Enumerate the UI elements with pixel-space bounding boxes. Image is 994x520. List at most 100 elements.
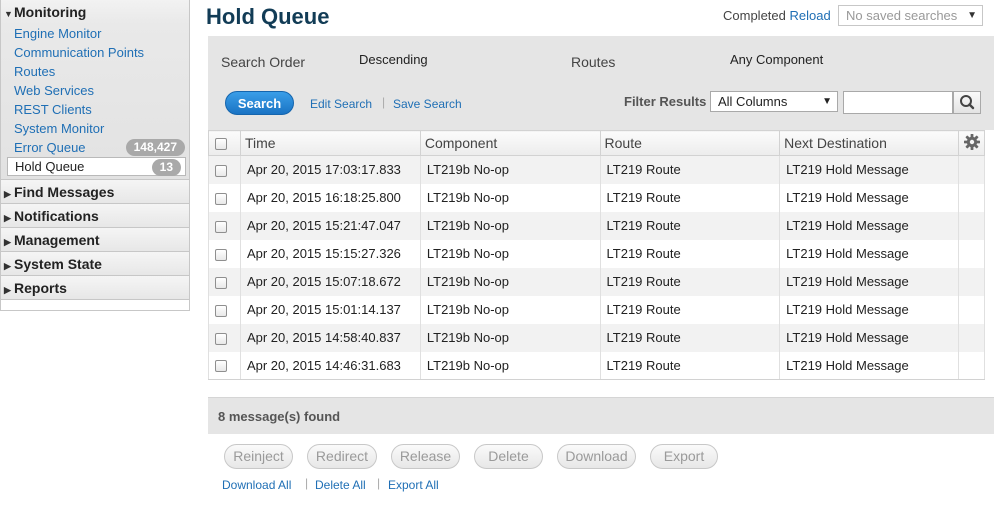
- component-cell: LT219b No-op: [419, 155, 601, 184]
- caret-down-icon: ▼: [967, 10, 977, 21]
- next-destination-cell: LT219 Hold Message: [779, 239, 959, 268]
- time-cell: Apr 20, 2015 16:18:25.800: [239, 183, 421, 212]
- table-row[interactable]: Apr 20, 2015 15:07:18.672 LT219b No-op L…: [208, 267, 986, 296]
- sidebar-item-routes[interactable]: Routes: [1, 62, 189, 81]
- sidebar-item-engine-monitor[interactable]: Engine Monitor: [1, 24, 189, 43]
- results-table: Time Component Route Next Destination Ap…: [208, 130, 986, 380]
- export-button[interactable]: Export: [650, 444, 718, 469]
- triangle-right-icon: ▶: [4, 261, 11, 271]
- sidebar-item-rest-clients[interactable]: REST Clients: [1, 100, 189, 119]
- component-cell: LT219b No-op: [419, 239, 601, 268]
- table-row[interactable]: Apr 20, 2015 15:15:27.326 LT219b No-op L…: [208, 239, 986, 268]
- status-text: Completed: [723, 8, 786, 23]
- route-cell: LT219 Route: [599, 155, 781, 184]
- search-order-label: Search Order: [221, 54, 306, 70]
- next-destination-cell: LT219 Hold Message: [779, 155, 959, 184]
- monitoring-menu: Engine Monitor Communication Points Rout…: [1, 24, 189, 180]
- delete-button[interactable]: Delete: [474, 444, 543, 469]
- next-destination-cell: LT219 Hold Message: [779, 183, 959, 212]
- search-button[interactable]: Search: [225, 91, 294, 115]
- table-row[interactable]: Apr 20, 2015 17:03:17.833 LT219b No-op L…: [208, 155, 986, 184]
- edit-search-link[interactable]: Edit Search: [310, 97, 372, 111]
- sidebar-item-system-monitor[interactable]: System Monitor: [1, 119, 189, 138]
- route-cell: LT219 Route: [599, 267, 781, 296]
- filter-results-label: Filter Results: [624, 94, 707, 109]
- link-divider: |: [377, 476, 381, 490]
- route-cell: LT219 Route: [599, 183, 781, 212]
- page-title: Hold Queue: [206, 4, 330, 29]
- sidebar-item-error-queue[interactable]: Error Queue 148,427: [1, 138, 189, 157]
- hold-queue-count-badge: 13: [151, 159, 181, 176]
- saved-searches-dropdown[interactable]: No saved searches ▼: [838, 5, 983, 26]
- link-divider: |: [382, 95, 386, 109]
- component-cell: LT219b No-op: [419, 267, 601, 296]
- triangle-right-icon: ▶: [4, 237, 11, 247]
- sidebar-item-communication-points[interactable]: Communication Points: [1, 43, 189, 62]
- row-checkbox[interactable]: [215, 304, 227, 317]
- sidebar-item-hold-queue[interactable]: Hold Queue 13: [7, 157, 186, 176]
- next-destination-cell: LT219 Hold Message: [779, 211, 959, 240]
- table-row[interactable]: Apr 20, 2015 15:01:14.137 LT219b No-op L…: [208, 295, 986, 324]
- row-checkbox[interactable]: [215, 276, 227, 289]
- download-all-link[interactable]: Download All: [222, 478, 291, 492]
- reinject-button[interactable]: Reinject: [224, 444, 293, 469]
- row-checkbox[interactable]: [215, 248, 227, 261]
- next-destination-cell: LT219 Hold Message: [779, 267, 959, 296]
- time-cell: Apr 20, 2015 15:15:27.326: [239, 239, 421, 268]
- error-queue-count-badge: 148,427: [125, 139, 185, 156]
- row-checkbox[interactable]: [215, 192, 227, 205]
- table-header-row: Time Component Route Next Destination: [208, 130, 986, 156]
- management-section-header[interactable]: ▶ Management: [1, 228, 189, 252]
- monitoring-section-header[interactable]: ▼Monitoring: [1, 0, 189, 24]
- select-all-cell: [208, 130, 241, 156]
- route-cell: LT219 Route: [599, 211, 781, 240]
- column-header-next-destination[interactable]: Next Destination: [779, 130, 959, 156]
- system-state-section-header[interactable]: ▶ System State: [1, 252, 189, 276]
- export-all-link[interactable]: Export All: [388, 478, 439, 492]
- component-cell: LT219b No-op: [419, 211, 601, 240]
- results-footer: 8 message(s) found: [208, 397, 994, 434]
- triangle-right-icon: ▶: [4, 213, 11, 223]
- triangle-right-icon: ▶: [4, 285, 11, 295]
- table-row[interactable]: Apr 20, 2015 15:21:47.047 LT219b No-op L…: [208, 211, 986, 240]
- table-row[interactable]: Apr 20, 2015 14:46:31.683 LT219b No-op L…: [208, 351, 986, 380]
- row-checkbox[interactable]: [215, 164, 227, 177]
- filter-input[interactable]: [843, 91, 953, 114]
- table-row[interactable]: Apr 20, 2015 16:18:25.800 LT219b No-op L…: [208, 183, 986, 212]
- column-header-time[interactable]: Time: [239, 130, 421, 156]
- redirect-button[interactable]: Redirect: [307, 444, 377, 469]
- notifications-section-header[interactable]: ▶ Notifications: [1, 204, 189, 228]
- download-button[interactable]: Download: [557, 444, 636, 469]
- column-settings-cell: [957, 130, 986, 156]
- reports-section-header[interactable]: ▶ Reports: [1, 276, 189, 300]
- filter-column-select[interactable]: All Columns ▼: [710, 91, 838, 112]
- route-cell: LT219 Route: [599, 239, 781, 268]
- column-header-component[interactable]: Component: [419, 130, 601, 156]
- sidebar-item-web-services[interactable]: Web Services: [1, 81, 189, 100]
- component-cell: LT219b No-op: [419, 183, 601, 212]
- route-cell: LT219 Route: [599, 351, 781, 380]
- status-area: Completed Reload: [723, 8, 831, 23]
- time-cell: Apr 20, 2015 14:46:31.683: [239, 351, 421, 380]
- row-checkbox[interactable]: [215, 220, 227, 233]
- component-cell: LT219b No-op: [419, 295, 601, 324]
- delete-all-link[interactable]: Delete All: [315, 478, 366, 492]
- search-panel: Search Order Descending Routes Any Compo…: [208, 36, 994, 130]
- triangle-down-icon: ▼: [4, 9, 13, 19]
- row-checkbox[interactable]: [215, 332, 227, 345]
- select-all-checkbox[interactable]: [215, 138, 227, 151]
- release-button[interactable]: Release: [391, 444, 460, 469]
- reload-link[interactable]: Reload: [790, 8, 831, 23]
- table-row[interactable]: Apr 20, 2015 14:58:40.837 LT219b No-op L…: [208, 323, 986, 352]
- filter-search-button[interactable]: [953, 91, 981, 114]
- gear-icon[interactable]: [963, 133, 981, 151]
- time-cell: Apr 20, 2015 15:21:47.047: [239, 211, 421, 240]
- time-cell: Apr 20, 2015 17:03:17.833: [239, 155, 421, 184]
- component-cell: LT219b No-op: [419, 351, 601, 380]
- routes-value: Any Component: [730, 52, 824, 67]
- column-header-route[interactable]: Route: [599, 130, 781, 156]
- row-checkbox[interactable]: [215, 360, 227, 373]
- save-search-link[interactable]: Save Search: [393, 97, 462, 111]
- next-destination-cell: LT219 Hold Message: [779, 323, 959, 352]
- find-messages-section-header[interactable]: ▶ Find Messages: [1, 180, 189, 204]
